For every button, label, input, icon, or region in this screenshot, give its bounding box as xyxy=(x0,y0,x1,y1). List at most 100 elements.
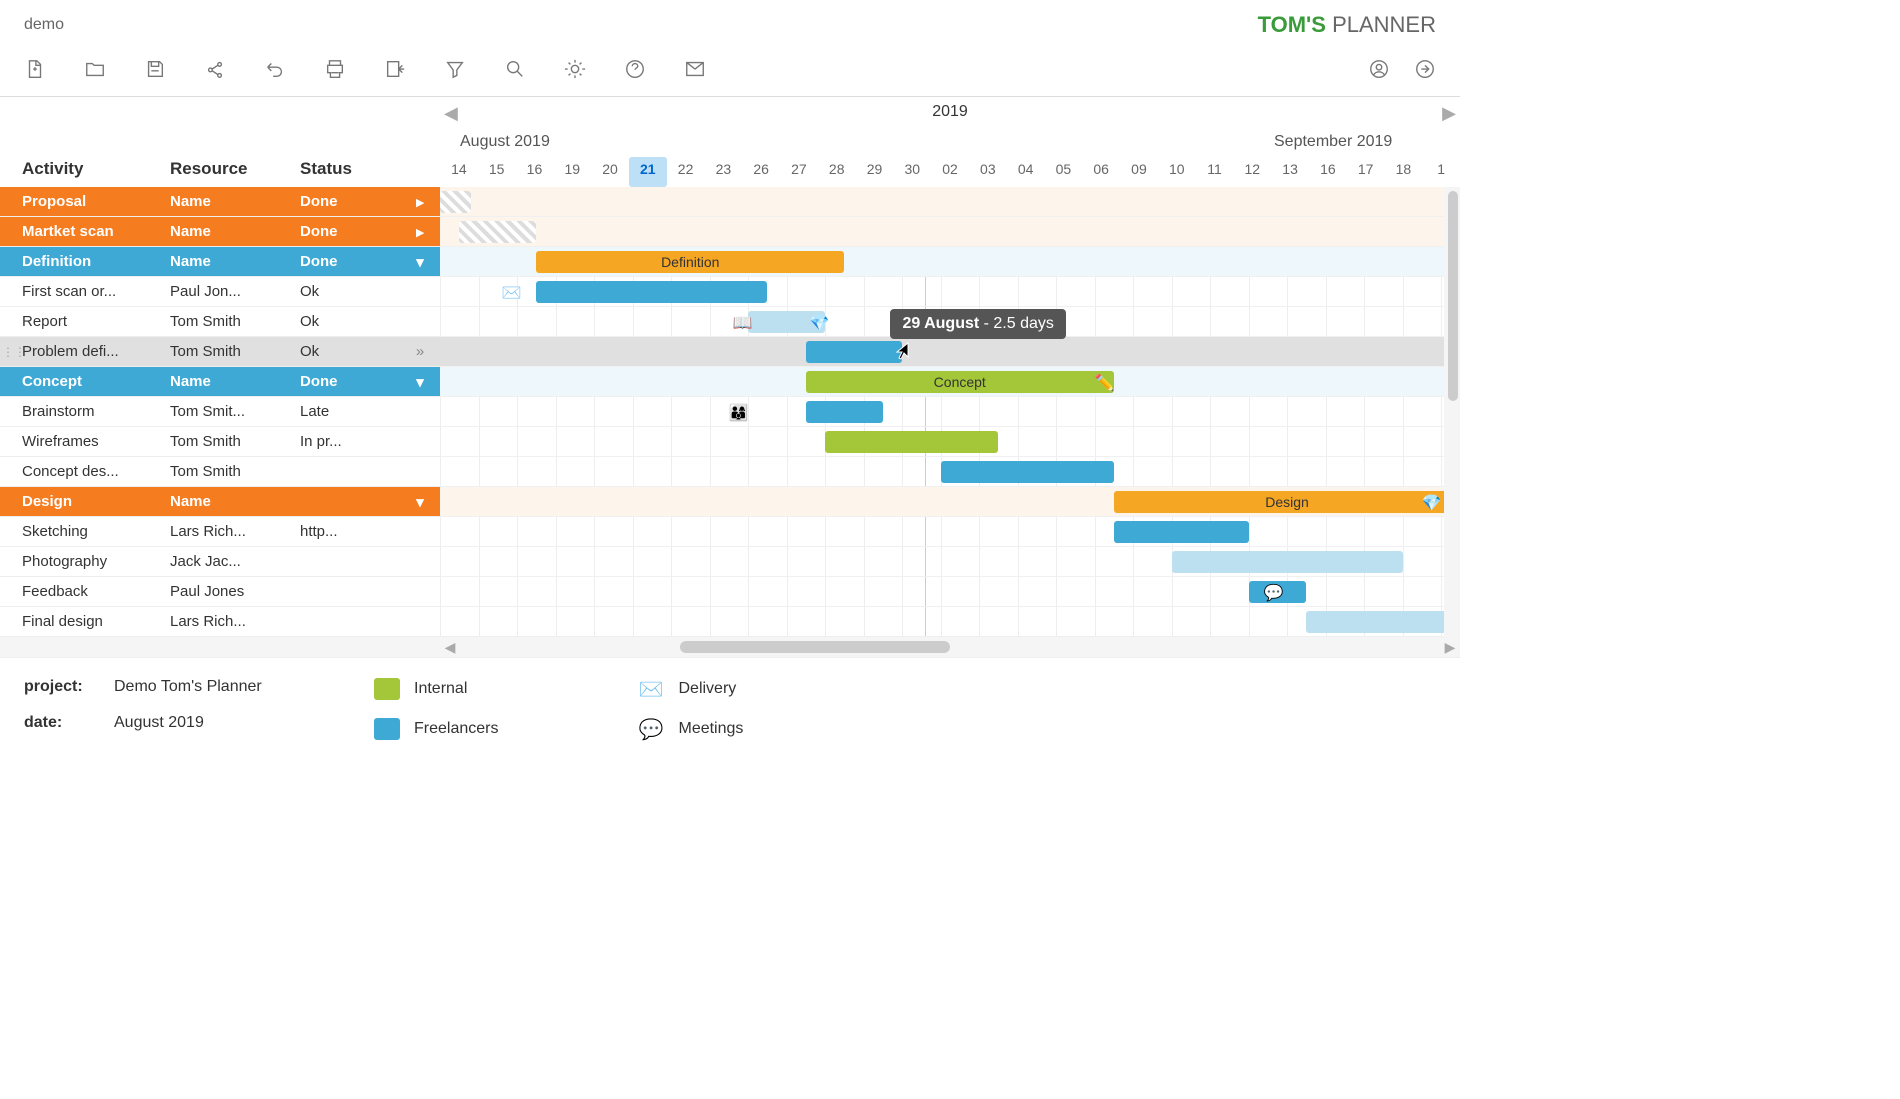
gantt-bar[interactable] xyxy=(825,431,998,453)
task-row[interactable]: ConceptNameDone▾ xyxy=(0,367,440,397)
task-row[interactable]: Final designLars Rich... xyxy=(0,607,440,637)
vscroll-thumb[interactable] xyxy=(1448,191,1458,401)
cell-activity[interactable]: Martket scan xyxy=(0,223,170,240)
day-cell[interactable]: 21 xyxy=(629,157,667,187)
filter-icon[interactable] xyxy=(444,58,466,80)
day-cell[interactable]: 05 xyxy=(1045,157,1083,187)
gantt-bar[interactable] xyxy=(806,401,883,423)
hscroll-right[interactable]: ▶ xyxy=(1440,639,1460,656)
mail-icon[interactable] xyxy=(684,58,706,80)
cell-activity[interactable]: Report xyxy=(0,313,170,330)
task-row[interactable]: PhotographyJack Jac... xyxy=(0,547,440,577)
search-icon[interactable] xyxy=(504,58,526,80)
col-header-activity[interactable]: Activity xyxy=(0,159,170,179)
day-cell[interactable]: 19 xyxy=(553,157,591,187)
gantt-bar[interactable] xyxy=(536,281,767,303)
expand-icon[interactable]: ▸ xyxy=(400,223,440,241)
cell-resource[interactable]: Paul Jones xyxy=(170,583,300,600)
cell-resource[interactable]: Jack Jac... xyxy=(170,553,300,570)
gantt-bar[interactable] xyxy=(1306,611,1460,633)
expand-icon[interactable]: » xyxy=(400,343,440,360)
cell-status[interactable]: Done xyxy=(300,373,400,390)
gantt-bar[interactable] xyxy=(459,221,536,243)
account-icon[interactable] xyxy=(1368,58,1390,80)
cell-activity[interactable]: Photography xyxy=(0,553,170,570)
gantt-bar[interactable]: Design xyxy=(1114,491,1460,513)
cell-status[interactable]: Done xyxy=(300,253,400,270)
cell-resource[interactable]: Tom Smit... xyxy=(170,403,300,420)
day-cell[interactable]: 17 xyxy=(1347,157,1385,187)
gantt-row[interactable] xyxy=(440,517,1460,547)
drag-handle-icon[interactable]: ⋮⋮ xyxy=(2,345,14,359)
cell-resource[interactable]: Tom Smith xyxy=(170,463,300,480)
cell-resource[interactable]: Name xyxy=(170,193,300,210)
col-header-resource[interactable]: Resource xyxy=(170,159,300,179)
task-row[interactable]: Martket scanNameDone▸ xyxy=(0,217,440,247)
gantt-row[interactable] xyxy=(440,547,1460,577)
day-cell[interactable]: 15 xyxy=(478,157,516,187)
gantt-row[interactable] xyxy=(440,337,1460,367)
day-cell[interactable]: 18 xyxy=(1385,157,1423,187)
gantt-row[interactable]: ✉️ xyxy=(440,277,1460,307)
day-cell[interactable]: 27 xyxy=(780,157,818,187)
task-row[interactable]: DesignName▾ xyxy=(0,487,440,517)
cell-activity[interactable]: Proposal xyxy=(0,193,170,210)
gantt-bar[interactable] xyxy=(1172,551,1403,573)
day-cell[interactable]: 04 xyxy=(1007,157,1045,187)
gantt-row[interactable]: Definition xyxy=(440,247,1460,277)
cell-activity[interactable]: Design xyxy=(0,493,170,510)
gantt-bar[interactable] xyxy=(1114,521,1249,543)
vertical-scrollbar[interactable] xyxy=(1444,187,1460,637)
cell-activity[interactable]: Sketching xyxy=(0,523,170,540)
hscroll-left[interactable]: ◀ xyxy=(440,639,460,656)
cell-resource[interactable]: Name xyxy=(170,373,300,390)
day-cell[interactable]: 26 xyxy=(742,157,780,187)
gantt-row[interactable]: Concept✏️ xyxy=(440,367,1460,397)
year-next[interactable]: ▶ xyxy=(1442,103,1456,124)
gantt-row[interactable]: 👨‍👩‍👦 xyxy=(440,397,1460,427)
task-row[interactable]: DefinitionNameDone▾ xyxy=(0,247,440,277)
folder-icon[interactable] xyxy=(84,58,106,80)
expand-icon[interactable]: ▾ xyxy=(400,253,440,271)
cell-resource[interactable]: Tom Smith xyxy=(170,313,300,330)
horizontal-scrollbar[interactable]: ◀ ▶ xyxy=(0,637,1460,657)
cell-activity[interactable]: Wireframes xyxy=(0,433,170,450)
expand-icon[interactable]: ▾ xyxy=(400,493,440,511)
cell-status[interactable]: Ok xyxy=(300,283,400,300)
task-row[interactable]: ProposalNameDone▸ xyxy=(0,187,440,217)
cell-status[interactable]: Late xyxy=(300,403,400,420)
gantt-row[interactable]: Design💎 xyxy=(440,487,1460,517)
expand-icon[interactable]: ▾ xyxy=(400,373,440,391)
task-row[interactable]: FeedbackPaul Jones xyxy=(0,577,440,607)
undo-icon[interactable] xyxy=(264,58,286,80)
task-row[interactable]: First scan or...Paul Jon...Ok xyxy=(0,277,440,307)
cell-resource[interactable]: Paul Jon... xyxy=(170,283,300,300)
day-cell[interactable]: 12 xyxy=(1233,157,1271,187)
cell-status[interactable]: http... xyxy=(300,523,400,540)
cell-activity[interactable]: Final design xyxy=(0,613,170,630)
cell-activity[interactable]: Feedback xyxy=(0,583,170,600)
gantt-row[interactable] xyxy=(440,217,1460,247)
day-cell[interactable]: 14 xyxy=(440,157,478,187)
cell-activity[interactable]: Brainstorm xyxy=(0,403,170,420)
help-icon[interactable] xyxy=(624,58,646,80)
cell-activity[interactable]: Concept xyxy=(0,373,170,390)
task-row[interactable]: BrainstormTom Smit...Late xyxy=(0,397,440,427)
day-cell[interactable]: 23 xyxy=(704,157,742,187)
task-row[interactable]: SketchingLars Rich...http... xyxy=(0,517,440,547)
cell-resource[interactable]: Tom Smith xyxy=(170,433,300,450)
gantt-bar[interactable] xyxy=(440,191,471,213)
task-row[interactable]: Concept des...Tom Smith xyxy=(0,457,440,487)
cell-activity[interactable]: Concept des... xyxy=(0,463,170,480)
task-row[interactable]: ⋮⋮Problem defi...Tom SmithOk» xyxy=(0,337,440,367)
gantt-row[interactable]: 💬 xyxy=(440,577,1460,607)
print-icon[interactable] xyxy=(324,58,346,80)
day-cell[interactable]: 02 xyxy=(931,157,969,187)
day-cell[interactable]: 16 xyxy=(1309,157,1347,187)
cell-status[interactable]: In pr... xyxy=(300,433,400,450)
cell-activity[interactable]: First scan or... xyxy=(0,283,170,300)
day-cell[interactable]: 29 xyxy=(856,157,894,187)
cell-status[interactable]: Done xyxy=(300,223,400,240)
day-cell[interactable]: 11 xyxy=(1196,157,1234,187)
day-cell[interactable]: 22 xyxy=(667,157,705,187)
